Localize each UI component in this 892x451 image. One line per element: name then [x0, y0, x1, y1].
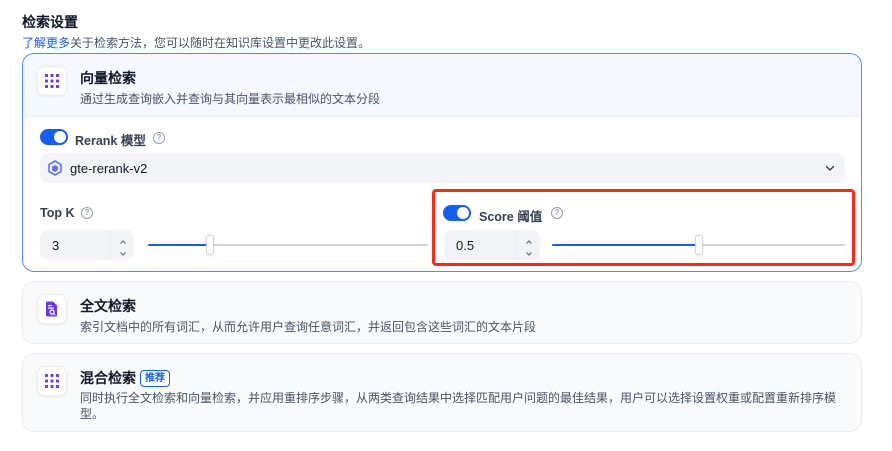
- vector-grid-icon: [37, 66, 67, 96]
- document-search-icon: [37, 294, 67, 324]
- recommended-badge: 推荐: [140, 370, 170, 387]
- hybrid-search-card[interactable]: 混合检索 推荐 同时执行全文检索和向量检索，并应用重排序步骤，从两类查询结果中选择…: [22, 353, 862, 432]
- hybrid-search-title-row: 混合检索 推荐: [80, 368, 170, 388]
- rerank-model-select[interactable]: gte-rerank-v2: [40, 153, 845, 183]
- topk-input[interactable]: 3: [40, 230, 134, 260]
- vector-search-desc: 通过生成查询嵌入并查询与其向量表示最相似的文本分段: [80, 92, 381, 106]
- score-stepper[interactable]: [516, 230, 540, 260]
- increment-icon[interactable]: [524, 234, 534, 244]
- score-slider[interactable]: [552, 235, 845, 255]
- chevron-down-icon: [825, 165, 835, 171]
- subtitle-text: 关于检索方法，您可以随时在知识库设置中更改此设置。: [70, 36, 371, 50]
- hybrid-search-desc: 同时执行全文检索和向量检索，并应用重排序步骤，从两类查询结果中选择匹配用户问题的…: [80, 390, 836, 422]
- rerank-label: Rerank 模型: [75, 134, 146, 148]
- vector-search-header[interactable]: 向量检索 通过生成查询嵌入并查询与其向量表示最相似的文本分段: [23, 54, 861, 117]
- fulltext-search-desc: 索引文档中的所有词汇，从而允许用户查询任意词汇，并返回包含这些词汇的文本片段: [80, 320, 537, 334]
- page-title: 检索设置: [22, 14, 78, 30]
- fulltext-search-title: 全文检索: [80, 298, 136, 314]
- score-value: 0.5: [456, 238, 475, 253]
- rerank-help-icon[interactable]: ?: [153, 132, 165, 144]
- model-logo-icon: [48, 160, 62, 176]
- score-toggle[interactable]: [443, 205, 471, 221]
- topk-stepper[interactable]: [110, 230, 134, 260]
- hybrid-grid-icon: [37, 366, 67, 396]
- rerank-toggle[interactable]: [40, 129, 68, 145]
- rerank-model-value: gte-rerank-v2: [70, 161, 148, 176]
- score-input[interactable]: 0.5: [444, 230, 540, 260]
- decrement-icon[interactable]: [524, 246, 534, 256]
- topk-slider-thumb[interactable]: [205, 235, 214, 255]
- vector-search-card[interactable]: 向量检索 通过生成查询嵌入并查询与其向量表示最相似的文本分段 Rerank 模型…: [22, 53, 862, 272]
- vector-search-title: 向量检索: [80, 70, 136, 86]
- topk-label: Top K: [40, 206, 75, 220]
- page-subtitle: 了解更多关于检索方法，您可以随时在知识库设置中更改此设置。: [22, 34, 370, 51]
- topk-value: 3: [52, 238, 60, 253]
- fulltext-search-card[interactable]: 全文检索 索引文档中的所有词汇，从而允许用户查询任意词汇，并返回包含这些词汇的文…: [22, 281, 862, 344]
- hybrid-desc-line-2: 型。: [80, 407, 105, 421]
- decrement-icon[interactable]: [118, 246, 128, 256]
- hybrid-search-title: 混合检索: [80, 370, 136, 386]
- topk-help-icon[interactable]: ?: [81, 207, 93, 219]
- score-label: Score 阈值: [479, 210, 543, 224]
- topk-slider[interactable]: [148, 235, 428, 255]
- hybrid-desc-line-1: 同时执行全文检索和向量检索，并应用重排序步骤，从两类查询结果中选择匹配用户问题的…: [80, 391, 837, 405]
- increment-icon[interactable]: [118, 234, 128, 244]
- score-help-icon[interactable]: ?: [551, 207, 563, 219]
- learn-more-link[interactable]: 了解更多: [22, 36, 70, 50]
- score-slider-thumb[interactable]: [694, 235, 703, 255]
